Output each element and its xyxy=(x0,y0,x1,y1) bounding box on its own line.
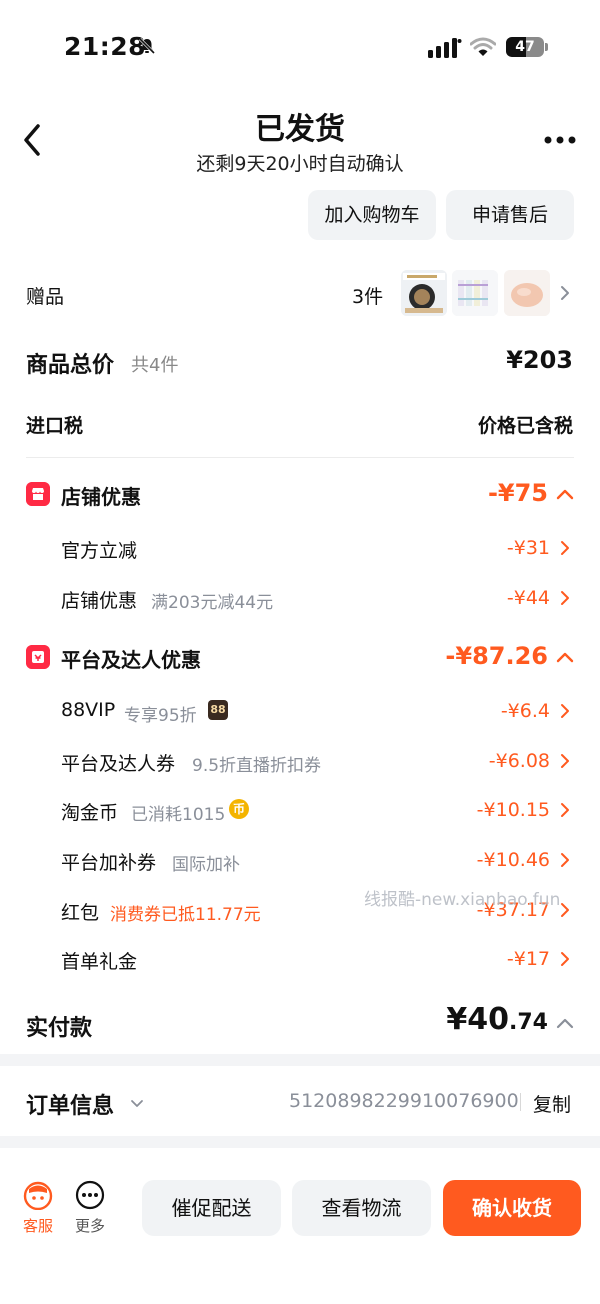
discount-item-label: 首单礼金 xyxy=(61,951,138,973)
auto-confirm-countdown: 还剩9天20小时自动确认 xyxy=(196,153,404,175)
discount-item-note: 已消耗1015 xyxy=(131,805,226,825)
chevron-up-icon[interactable] xyxy=(556,1018,574,1029)
goods-total-label: 商品总价 xyxy=(26,353,115,378)
payment-integer: ¥40 xyxy=(446,1002,510,1037)
discount-item-label: 淘金币 xyxy=(61,802,119,824)
chevron-right-icon[interactable] xyxy=(560,285,570,301)
divider xyxy=(26,457,574,458)
gift-thumbnail[interactable] xyxy=(452,270,498,316)
chevron-right-icon[interactable] xyxy=(560,753,570,769)
discount-item-value[interactable]: -¥10.46 xyxy=(477,849,550,871)
page-title: 已发货 xyxy=(255,112,345,147)
wifi-icon xyxy=(470,37,496,56)
platform-discount-value[interactable]: -¥87.26 xyxy=(445,642,548,670)
chevron-right-icon[interactable] xyxy=(560,951,570,967)
actual-payment-label: 实付款 xyxy=(26,1016,93,1041)
discount-item-value[interactable]: -¥17 xyxy=(507,948,550,970)
chevron-up-icon[interactable] xyxy=(556,489,574,500)
more-tab[interactable]: 更多 xyxy=(70,1180,110,1236)
watermark-text: 线报酷-new.xianbao.fun xyxy=(364,890,561,910)
cellular-signal-icon xyxy=(428,38,462,58)
discount-item-label: 红包 xyxy=(61,902,100,924)
customer-service-icon xyxy=(23,1181,53,1210)
customer-service-tab[interactable]: 客服 xyxy=(18,1180,58,1236)
more-circle-icon xyxy=(75,1180,105,1210)
taojinbi-coin-icon: 币 xyxy=(229,799,249,819)
gift-label: 赠品 xyxy=(26,286,65,308)
more-options-icon[interactable] xyxy=(542,134,578,146)
gift-count[interactable]: 3件 xyxy=(352,282,383,309)
customer-service-label: 客服 xyxy=(22,1217,53,1235)
discount-item-value[interactable]: -¥10.15 xyxy=(477,799,550,821)
discount-item-value[interactable]: -¥44 xyxy=(507,587,550,609)
more-label: 更多 xyxy=(74,1217,105,1235)
chevron-right-icon[interactable] xyxy=(560,590,570,606)
discount-item-value[interactable]: -¥31 xyxy=(507,537,550,559)
discount-item-label: 官方立减 xyxy=(61,540,138,562)
chevron-up-icon[interactable] xyxy=(556,652,574,663)
chevron-down-icon[interactable] xyxy=(130,1099,144,1108)
chevron-right-icon[interactable] xyxy=(560,902,570,918)
discount-item-note: 国际加补 xyxy=(172,855,240,875)
coupon-icon xyxy=(26,645,50,669)
status-time: 21:28 xyxy=(64,32,147,61)
order-number: 5120898229910076900 xyxy=(289,1090,519,1112)
section-gap xyxy=(0,1136,600,1148)
discount-item-value[interactable]: -¥6.4 xyxy=(501,700,550,722)
discount-item-note: 9.5折直播折扣券 xyxy=(192,756,322,776)
actual-payment-value[interactable]: ¥40.74 xyxy=(446,1002,548,1037)
bell-muted-icon xyxy=(138,37,156,55)
shop-discount-value[interactable]: -¥75 xyxy=(488,479,548,507)
discount-item-value[interactable]: -¥6.08 xyxy=(489,750,550,772)
confirm-receipt-button[interactable]: 确认收货 xyxy=(443,1180,581,1236)
chevron-right-icon[interactable] xyxy=(560,802,570,818)
order-info-label[interactable]: 订单信息 xyxy=(26,1088,114,1120)
gift-thumbnail[interactable] xyxy=(401,270,447,316)
discount-item-label: 88VIP xyxy=(61,699,116,721)
discount-item-label: 店铺优惠 xyxy=(61,590,138,612)
chevron-right-icon[interactable] xyxy=(560,540,570,556)
discount-item-label: 平台及达人券 xyxy=(61,753,176,775)
payment-decimal: .74 xyxy=(509,1010,548,1035)
section-gap xyxy=(0,1054,600,1066)
chevron-right-icon[interactable] xyxy=(560,852,570,868)
after-sale-button[interactable]: 申请售后 xyxy=(446,190,574,240)
urge-delivery-button[interactable]: 催促配送 xyxy=(142,1180,281,1236)
goods-total-value: ¥203 xyxy=(506,346,573,374)
import-tax-label: 进口税 xyxy=(26,415,84,437)
view-logistics-button[interactable]: 查看物流 xyxy=(292,1180,431,1236)
shop-icon xyxy=(26,482,50,506)
status-bar: 21:28 47 xyxy=(0,0,600,90)
discount-item-label: 平台加补券 xyxy=(61,852,157,874)
goods-count: 共4件 xyxy=(131,355,179,376)
copy-button[interactable]: 复制 xyxy=(533,1090,571,1117)
battery-level: 47 xyxy=(515,39,535,55)
discount-item-note: 专享95折 xyxy=(124,706,197,726)
shop-discount-title: 店铺优惠 xyxy=(61,485,141,509)
import-tax-value: 价格已含税 xyxy=(477,415,573,437)
add-to-cart-button[interactable]: 加入购物车 xyxy=(308,190,436,240)
battery-indicator: 47 xyxy=(506,37,548,57)
discount-item-note: 满203元减44元 xyxy=(151,593,274,613)
gift-thumbnail[interactable] xyxy=(504,270,550,316)
separator xyxy=(520,1093,521,1111)
discount-item-note: 消费券已抵11.77元 xyxy=(110,905,261,925)
88vip-badge-icon: 88 xyxy=(208,700,228,720)
chevron-right-icon[interactable] xyxy=(560,703,570,719)
platform-discount-title: 平台及达人优惠 xyxy=(61,648,201,672)
